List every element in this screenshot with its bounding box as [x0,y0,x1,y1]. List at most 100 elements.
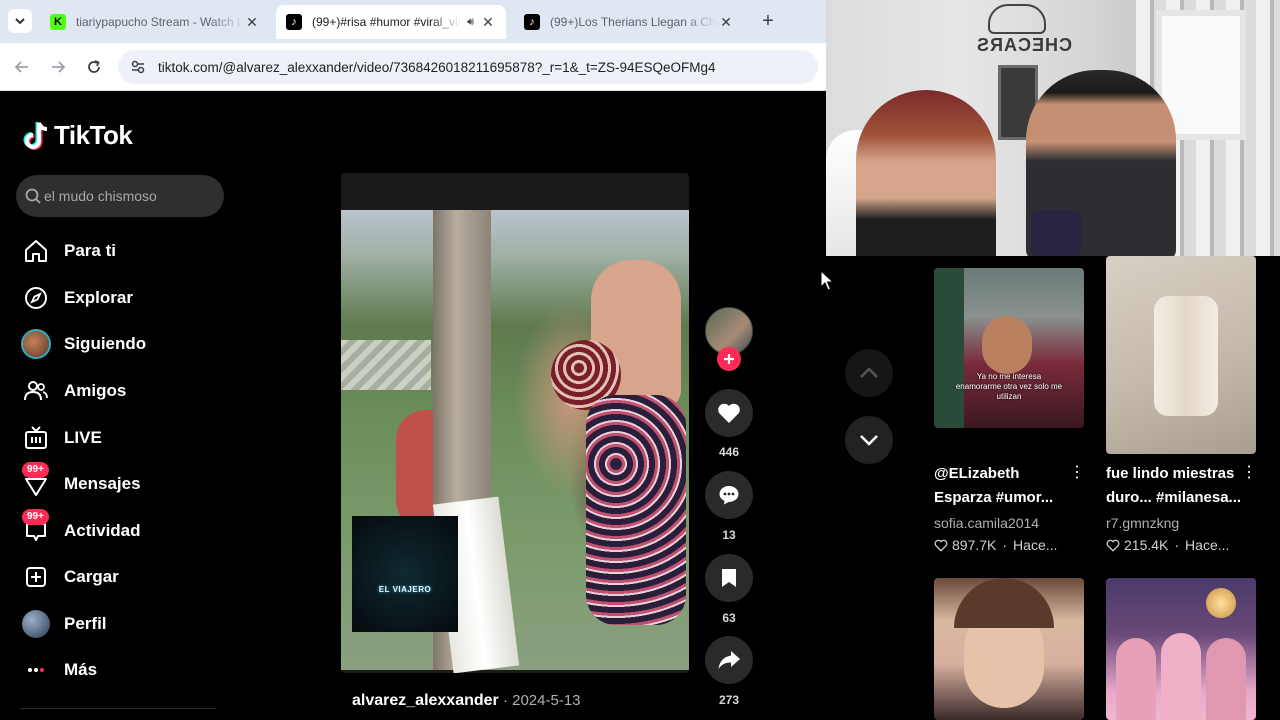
nav-item-cargar[interactable]: Cargar [20,557,220,597]
next-video-button[interactable] [845,416,893,464]
person-shape [1206,638,1246,720]
tab-search-button[interactable] [8,9,32,33]
activity-badge: 99+ [22,509,49,525]
video-author[interactable]: alvarez_alexxander [352,692,499,709]
url-text: tiktok.com/@alvarez_alexxander/video/736… [158,59,716,75]
nav-label: Perfil [64,614,107,633]
jersey-shape [934,268,964,428]
nav-item-actividad[interactable]: 99+ Actividad [20,509,220,551]
brand-name: TikTok [54,120,133,150]
profile-avatar-icon [20,608,52,640]
car-logo [988,4,1046,34]
browser-toolbar: tiktok.com/@alvarez_alexxander/video/736… [0,43,826,91]
date-separator: · [498,692,513,709]
close-tab-icon[interactable]: ✕ [480,14,496,31]
activity-icon: 99+ [20,509,52,547]
tab-title: (99+)Los Therians Llegan a Chile [550,15,718,29]
recommended-thumbnail-4[interactable] [1106,578,1256,720]
messages-badge: 99+ [22,462,49,478]
mouse-cursor-icon [820,270,834,291]
nav-item-live[interactable]: LIVE [20,418,220,458]
save-button[interactable] [705,554,753,602]
nav-label: Amigos [64,381,127,400]
search-input[interactable]: el mudo chismoso [16,175,224,217]
address-bar[interactable]: tiktok.com/@alvarez_alexxander/video/736… [118,50,818,84]
speaker-icon[interactable]: 🔊︎ [467,16,474,29]
comment-icon [719,486,739,505]
share-button[interactable] [705,636,753,684]
wall-sign: CHECARS [976,35,1073,55]
video-player[interactable]: EL VIAJERO [341,173,689,673]
channel-watermark-logo: EL VIAJERO [352,516,458,632]
plus-icon [724,354,734,364]
previous-video-button[interactable] [845,349,893,397]
recommended-title-2[interactable]: fue lindo miestras duro... #milanesa... [1106,462,1246,510]
tiktok-logo-icon: ♪ [286,14,302,30]
thumbnail-caption: Ya no me interesa enamorarme otra vez so… [955,372,1063,401]
site-settings-icon[interactable] [130,59,146,75]
heart-outline-icon [1106,539,1120,552]
reload-icon [88,60,100,73]
nav-item-siguiendo[interactable]: Siguiendo [20,324,220,364]
search-icon [25,188,41,204]
video-date: 2024-5-13 [512,692,581,709]
nav-label: Cargar [64,567,119,586]
time-ago: Hace... [1185,537,1230,553]
person-shape [1161,633,1201,720]
nav-item-amigos[interactable]: Amigos [20,371,220,411]
browser-tab-kick[interactable]: K tiariypapucho Stream - Watch Live on K… [40,5,270,39]
recommended-thumbnail-2[interactable] [1106,256,1256,454]
browser-tab-active[interactable]: ♪ (99+)#risa #humor #viral_video 🔊︎ ✕ [276,5,506,39]
following-avatar-icon [20,328,52,360]
recommended-author-1[interactable]: sofia.camila2014 [934,515,1039,531]
tab-title: tiariypapucho Stream - Watch Live on Kic… [76,15,244,29]
nav-item-mas[interactable]: Más [20,650,220,690]
streamer-woman [856,90,996,256]
separator: · [1002,537,1008,553]
tiktok-logo[interactable]: TikTok [22,120,133,151]
reload-button[interactable] [82,55,106,79]
streamer-webcam: CHECARS [826,0,1280,256]
separator: · [1174,537,1180,553]
fence [341,340,431,390]
nav-item-para-ti[interactable]: Para ti [20,231,220,271]
recommended-thumbnail-3[interactable] [934,578,1084,720]
heart-outline-icon [934,539,948,552]
browser-tab-therians[interactable]: ♪ (99+)Los Therians Llegan a Chile ✕ [514,5,744,39]
new-tab-button[interactable]: + [757,10,779,32]
nav-item-mensajes[interactable]: 99+ Mensajes [20,462,220,504]
face-shape [982,316,1032,374]
lamp-shape [1206,588,1236,618]
recommended-author-2[interactable]: r7.gmnzkng [1106,515,1179,531]
follow-button[interactable] [717,347,741,371]
nav-item-explorar[interactable]: Explorar [20,278,220,318]
recommended-stats-2: 215.4K · Hace... [1106,537,1229,553]
like-count: 446 [718,445,740,459]
nav-label: LIVE [64,428,102,447]
time-ago: Hace... [1013,537,1058,553]
close-tab-icon[interactable]: ✕ [244,14,260,31]
back-button[interactable] [10,55,34,79]
like-count: 215.4K [1124,537,1169,553]
comment-button[interactable] [705,471,753,519]
nav-label: Actividad [64,521,141,540]
like-button[interactable] [705,389,753,437]
hair-shape [954,578,1054,628]
recommended-title-1[interactable]: @ELizabeth Esparza #umor... [934,462,1074,510]
tiktok-note-icon [23,121,48,150]
upload-icon [20,561,52,593]
like-count: 897.7K [952,537,997,553]
video-author-line[interactable]: alvarez_alexxander · 2024-5-13 [352,692,581,710]
compass-icon [20,282,52,314]
share-count: 273 [718,693,740,707]
nav-label: Mensajes [64,474,141,493]
nav-item-perfil[interactable]: Perfil [20,604,220,644]
close-tab-icon[interactable]: ✕ [718,14,734,31]
more-icon [20,654,52,686]
recommended-thumbnail-1[interactable]: Ya no me interesa enamorarme otra vez so… [934,268,1084,428]
forward-button[interactable] [46,55,70,79]
home-icon [20,235,52,267]
recommended-stats-1: 897.7K · Hace... [934,537,1057,553]
friends-icon [20,375,52,407]
chevron-down-icon [860,435,878,446]
